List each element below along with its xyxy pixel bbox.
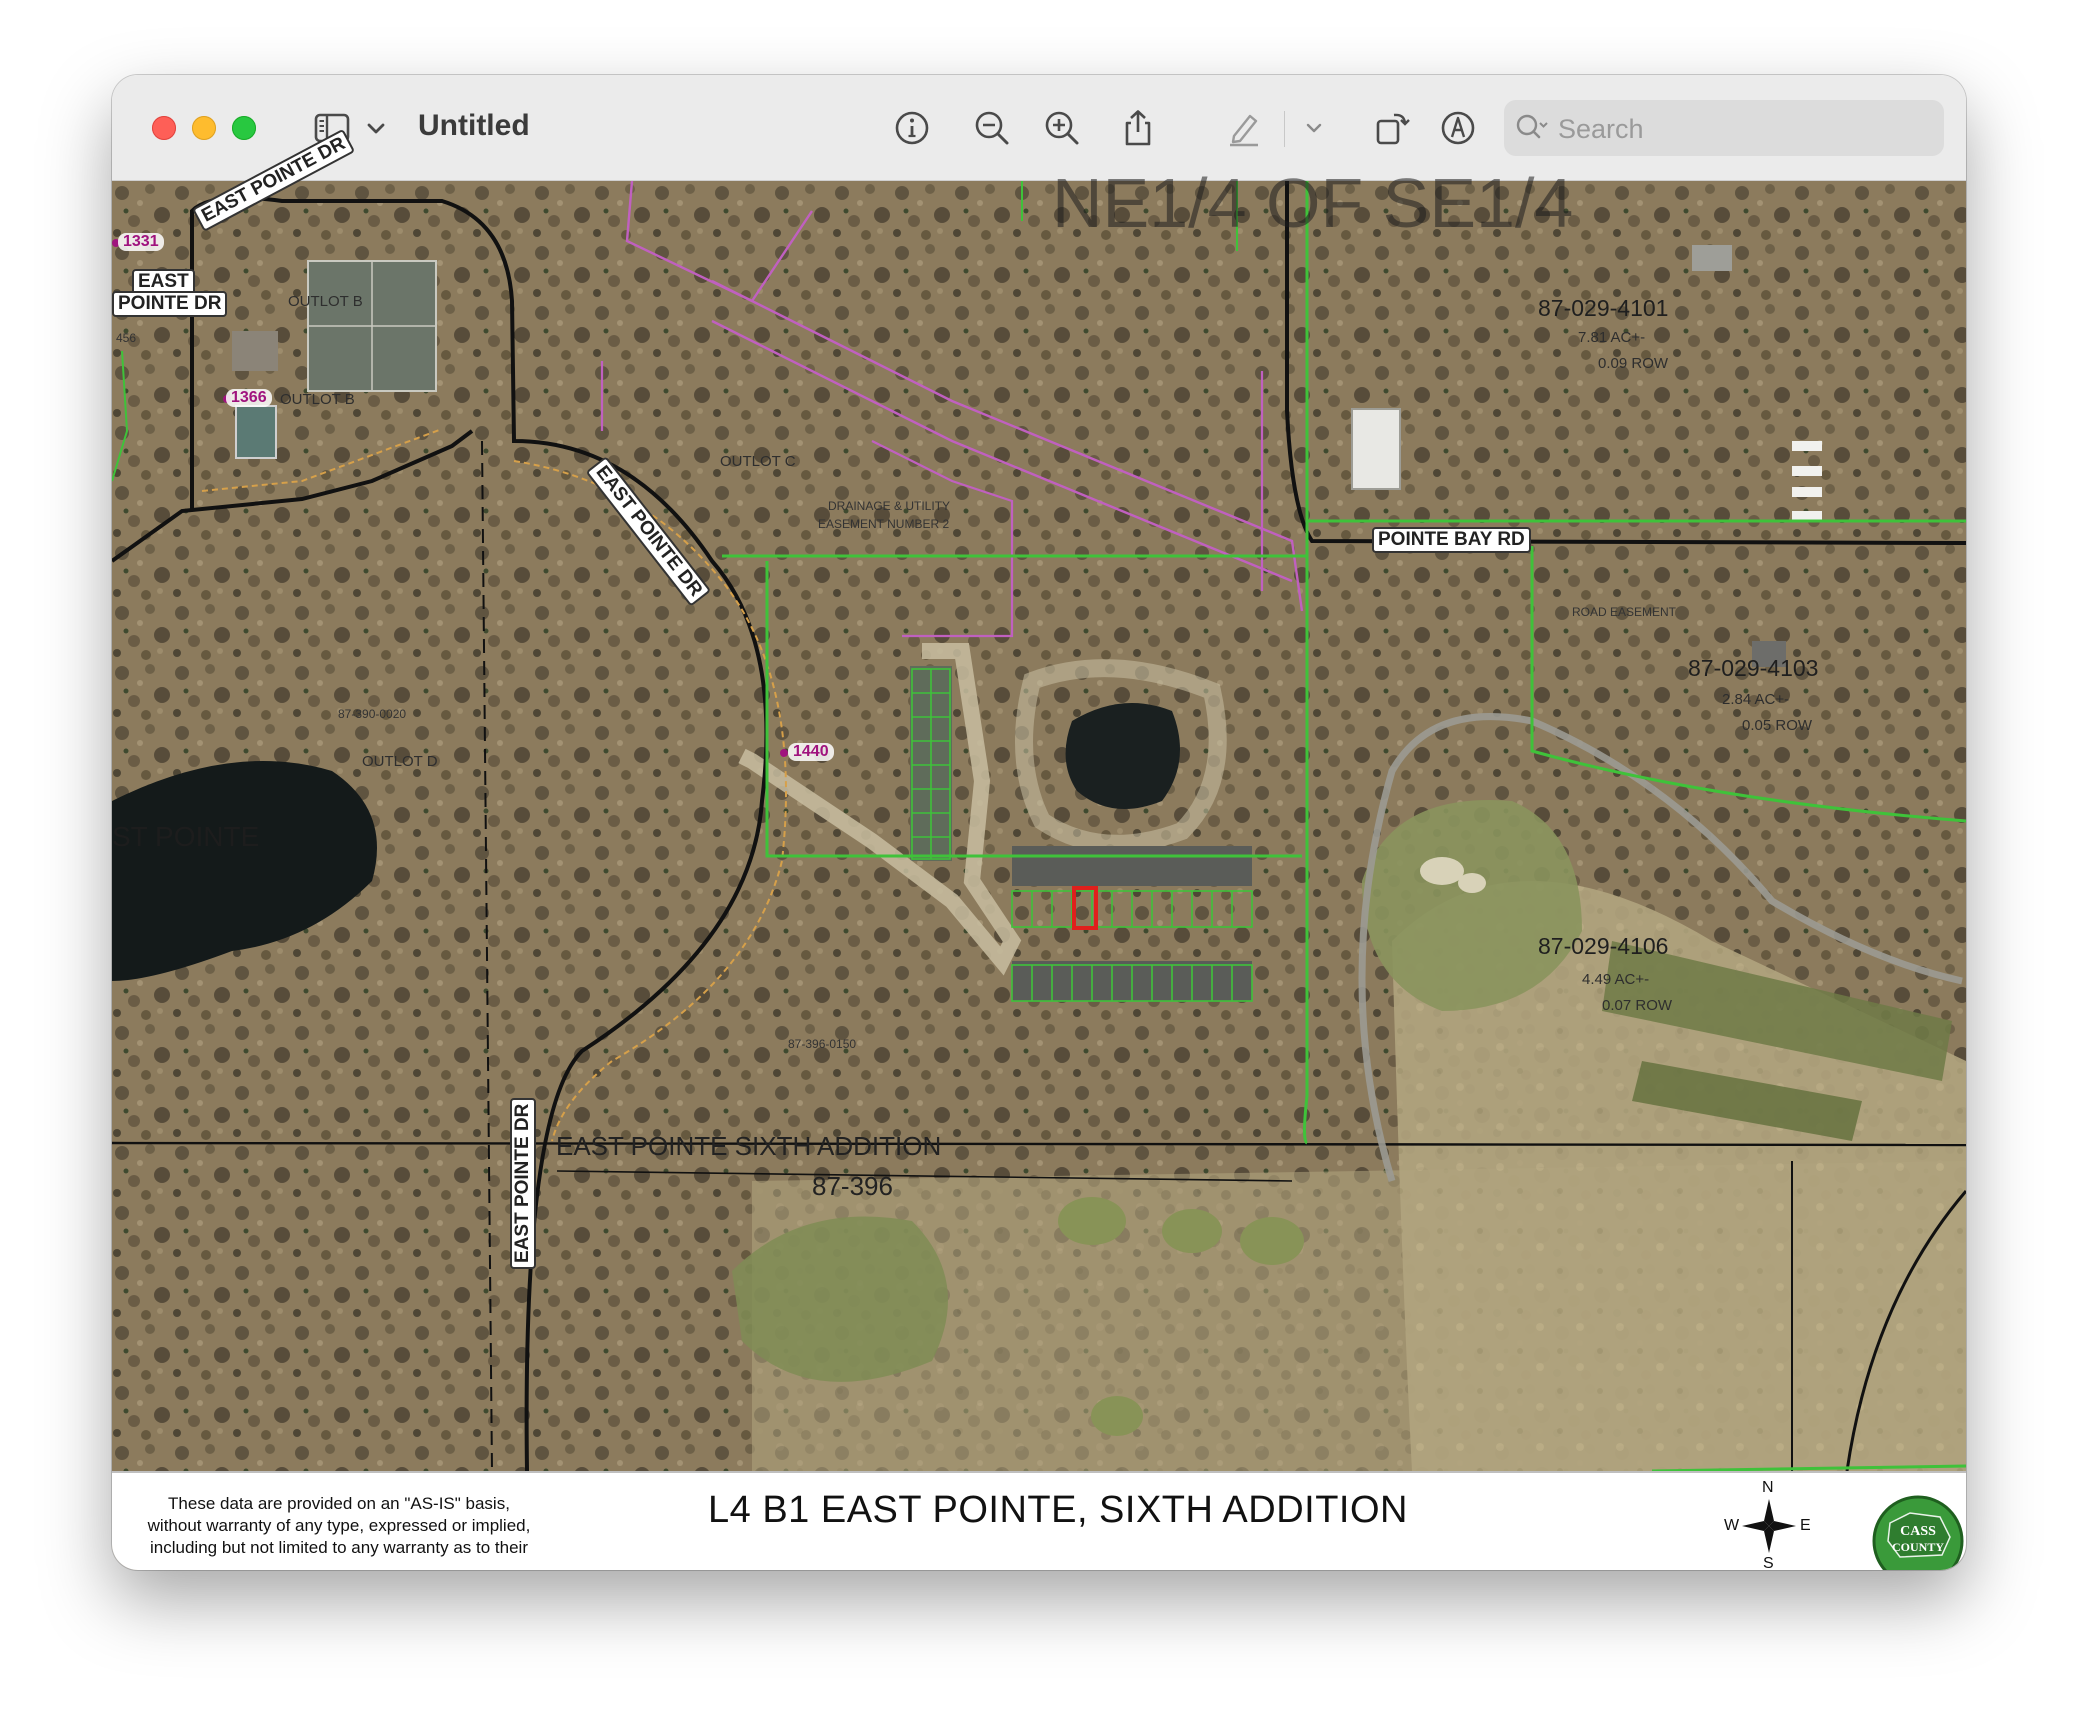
search-icon: [1514, 112, 1550, 144]
zoom-out-icon[interactable]: [972, 108, 1012, 148]
address-1331: 1331: [118, 233, 164, 251]
disclaimer-text: These data are provided on an "AS-IS" ba…: [124, 1493, 554, 1559]
compass-s: S: [1763, 1555, 1774, 1570]
highlight-pen-icon[interactable]: [1224, 108, 1264, 148]
map-footer: These data are provided on an "AS-IS" ba…: [112, 1471, 1966, 1570]
document-view[interactable]: NE1/4 OF SE1/4 87-029-4101 7.81 AC+- 0.0…: [112, 128, 1966, 1570]
zoom-in-icon[interactable]: [1042, 108, 1082, 148]
county-seal-logo: CASS COUNTY: [1870, 1493, 1966, 1570]
parcel-4101-id: 87-029-4101: [1538, 295, 1669, 321]
aerial-parcel-map[interactable]: [112, 181, 1966, 1471]
subdivision-name: EAST POINTE SIXTH ADDITION: [556, 1131, 942, 1161]
compass-w: W: [1724, 1517, 1740, 1534]
map-title: L4 B1 EAST POINTE, SIXTH ADDITION: [708, 1489, 1408, 1531]
address-1440: 1440: [788, 743, 834, 761]
parcel-4101-acres: 7.81 AC+-: [1578, 329, 1646, 346]
share-icon[interactable]: [1118, 108, 1158, 148]
parcel-4101-row: 0.09 ROW: [1598, 355, 1669, 372]
disclaimer-line: without warranty of any type, expressed …: [147, 1516, 531, 1535]
window-title: Untitled: [418, 109, 530, 142]
zoom-button[interactable]: [232, 116, 256, 140]
outlot-d-label: OUTLOT D: [362, 753, 438, 770]
road-label-pointe-dr: POINTE DR: [112, 291, 228, 317]
partial-456-label: 456: [116, 331, 137, 345]
svg-text:CASS: CASS: [1900, 1524, 1936, 1539]
chevron-down-icon[interactable]: [1302, 108, 1326, 148]
outlot-b-label-2: OUTLOT B: [280, 391, 355, 408]
markup-icon[interactable]: [1438, 108, 1478, 148]
disclaimer-line: These data are provided on an "AS-IS" ba…: [168, 1494, 510, 1513]
outlot-b-label: OUTLOT B: [288, 293, 363, 310]
road-label-pointe-bay-rd: POINTE BAY RD: [1372, 527, 1531, 553]
road-easement-label: ROAD EASEMENT: [1572, 605, 1677, 619]
parcel-4103-row: 0.05 ROW: [1742, 717, 1813, 734]
compass-n: N: [1762, 1479, 1774, 1496]
preview-window: Untitled Search NE1/4 OF SE1/4 87-029-41…: [112, 75, 1966, 1570]
parcel-4106-id: 87-029-4106: [1538, 933, 1669, 959]
road-label-east-pointe-dr-bottom: EAST POINTE DR: [510, 1097, 536, 1269]
drainage-label-1: DRAINAGE & UTILITY: [828, 499, 951, 513]
parcel-4103-id: 87-029-4103: [1688, 655, 1819, 681]
outlot-c-label: OUTLOT C: [720, 453, 796, 470]
search-input[interactable]: [1556, 108, 1930, 150]
search-field[interactable]: [1504, 100, 1944, 156]
toolbar-divider: [1284, 111, 1285, 147]
parcel-87-390-0020: 87-390-0020: [338, 707, 407, 721]
parcel-4103-acres: 2.84 AC+-: [1722, 691, 1790, 708]
chevron-down-icon[interactable]: [364, 108, 388, 148]
parcel-87-396-0150: 87-396-0150: [788, 1037, 857, 1051]
minimize-button[interactable]: [192, 116, 216, 140]
disclaimer-line: including but not limited to any warrant…: [150, 1538, 528, 1557]
svg-text:COUNTY: COUNTY: [1892, 1540, 1944, 1554]
parcel-4106-row: 0.07 ROW: [1602, 997, 1673, 1014]
title-bar: Untitled: [112, 75, 1966, 181]
compass-e: E: [1800, 1517, 1811, 1534]
section-label: NE1/4 OF SE1/4: [1052, 164, 1574, 242]
subdivision-number: 87-396: [812, 1171, 893, 1201]
close-button[interactable]: [152, 116, 176, 140]
compass-rose: N S E W: [1724, 1479, 1814, 1570]
address-1366: 1366: [226, 389, 272, 407]
drainage-label-2: EASEMENT NUMBER 2: [818, 517, 950, 531]
info-icon[interactable]: [892, 108, 932, 148]
rotate-icon[interactable]: [1372, 108, 1412, 148]
partial-pointe-label: ST POINTE: [112, 821, 260, 852]
parcel-4106-acres: 4.49 AC+-: [1582, 971, 1650, 988]
